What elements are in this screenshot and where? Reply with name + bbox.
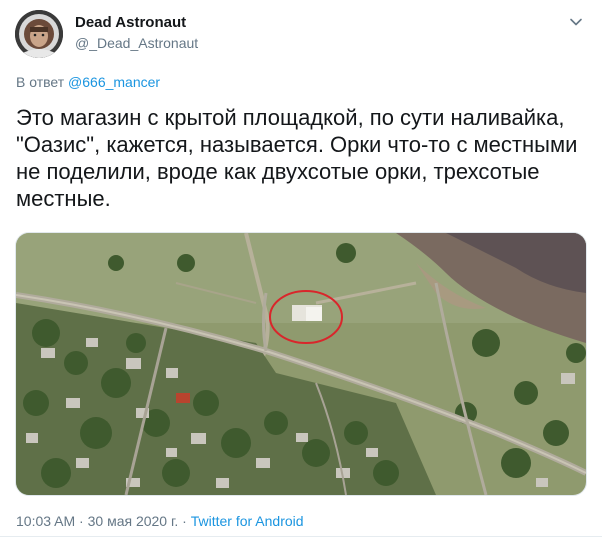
tweet-time[interactable]: 10:03 AM: [16, 513, 75, 529]
chevron-down-icon[interactable]: [568, 14, 584, 30]
tweet: Dead Astronaut @_Dead_Astronaut В ответ …: [0, 0, 602, 540]
tweet-image[interactable]: [15, 232, 587, 496]
tweet-source-link[interactable]: Twitter for Android: [191, 513, 304, 529]
divider: [0, 536, 602, 537]
display-name[interactable]: Dead Astronaut: [75, 13, 198, 32]
reply-context: В ответ @666_mancer: [16, 74, 160, 90]
avatar[interactable]: [15, 10, 63, 58]
tweet-meta: 10:03 AM · 30 мая 2020 г. · Twitter for …: [16, 513, 304, 529]
user-handle[interactable]: @_Dead_Astronaut: [75, 34, 198, 52]
astronaut-icon: [15, 10, 63, 58]
meta-separator: ·: [75, 513, 88, 529]
meta-separator: ·: [178, 513, 191, 529]
satellite-map-image: [16, 233, 586, 495]
reply-mention-link[interactable]: @666_mancer: [68, 74, 160, 90]
reply-prefix: В ответ: [16, 74, 69, 90]
tweet-text: Это магазин с крытой площадкой, по сути …: [16, 105, 578, 211]
tweet-date[interactable]: 30 мая 2020 г.: [88, 513, 179, 529]
author-names: Dead Astronaut @_Dead_Astronaut: [75, 13, 198, 52]
